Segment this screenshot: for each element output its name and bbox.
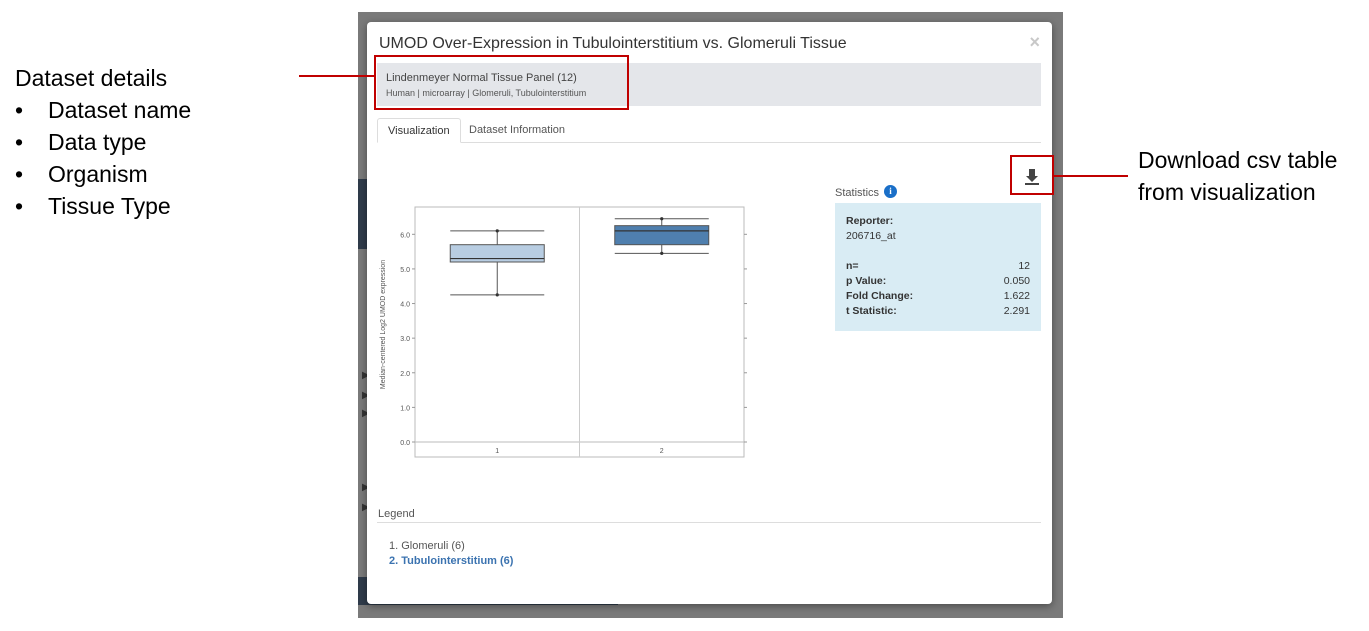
x-tick-label: 2	[660, 448, 664, 455]
legend-divider	[377, 522, 1041, 523]
annotation-heading: Dataset details	[15, 65, 168, 91]
download-annotation: Download csv table from visualization	[1138, 144, 1368, 208]
y-tick-label: 3.0	[400, 336, 410, 343]
download-callout-line	[1054, 175, 1128, 177]
x-tick-label: 1	[495, 448, 499, 455]
y-tick-label: 6.0	[400, 232, 410, 239]
stats-value: 0.050	[1003, 275, 1030, 287]
annotation-line: from visualization	[1138, 179, 1316, 205]
stats-value: 2.291	[1003, 305, 1030, 317]
stats-row: n= 12	[846, 260, 1030, 274]
max-point	[495, 229, 499, 233]
stats-reporter-row: Reporter:	[846, 215, 1030, 229]
modal-tabs: Visualization Dataset Information	[377, 118, 1041, 143]
y-tick-label: 5.0	[400, 267, 410, 274]
stats-value: 1.622	[1003, 290, 1030, 302]
box-plot-chart: 0.0 1.0 2.0 3.0 4.0 5.0 6.0 Median-centered Log…	[380, 206, 747, 458]
dataset-callout-line	[299, 75, 374, 77]
stats-row: Fold Change: 1.622	[846, 290, 1030, 304]
stats-row: p Value: 0.050	[846, 275, 1030, 289]
box-1	[449, 244, 545, 263]
statistics-label: Statistics	[835, 187, 880, 199]
min-point	[660, 251, 664, 255]
stats-key: Fold Change:	[846, 290, 914, 302]
y-tick-label: 2.0	[400, 371, 410, 378]
stats-value: 12	[1018, 260, 1030, 272]
modal-title: UMOD Over-Expression in Tubulointerstiti…	[379, 35, 847, 52]
annotation-item: Tissue Type	[15, 190, 305, 222]
stats-reporter-value: 206716_at	[846, 230, 896, 242]
annotation-item: Organism	[15, 158, 305, 190]
min-point	[495, 293, 499, 297]
legend-item-glomeruli[interactable]: 1. Glomeruli (6)	[389, 540, 465, 552]
download-highlight-box	[1010, 155, 1054, 195]
statistics-panel: Reporter: 206716_at n= 12 p Value: 0.050…	[835, 203, 1041, 331]
y-tick-label: 4.0	[400, 302, 410, 309]
y-tick-label: 1.0	[400, 405, 410, 412]
annotation-item: Data type	[15, 126, 305, 158]
legend-title: Legend	[378, 508, 415, 520]
max-point	[660, 217, 664, 221]
close-icon[interactable]: ×	[1029, 32, 1040, 53]
info-icon[interactable]: i	[884, 185, 897, 198]
stats-key: n=	[846, 260, 859, 272]
dataset-details-annotation: Dataset details Dataset name Data type O…	[15, 62, 305, 222]
stats-key: p Value:	[846, 275, 887, 287]
stats-row: t Statistic: 2.291	[846, 305, 1030, 319]
stats-reporter-value-row: 206716_at	[846, 230, 1030, 244]
annotation-item: Dataset name	[15, 94, 305, 126]
dataset-highlight-box	[374, 55, 629, 110]
tab-visualization[interactable]: Visualization	[377, 118, 461, 143]
stats-key: Reporter:	[846, 215, 894, 227]
box-2	[614, 225, 710, 246]
y-tick-label: 0.0	[400, 440, 410, 447]
tab-dataset-information[interactable]: Dataset Information	[459, 118, 575, 143]
annotation-list: Dataset name Data type Organism Tissue T…	[15, 94, 305, 222]
annotation-line: Download csv table	[1138, 147, 1338, 173]
y-axis-label: Median-centered Log2 UMOD expression	[380, 260, 387, 389]
stats-key: t Statistic:	[846, 305, 897, 317]
legend-item-tubulointerstitium[interactable]: 2. Tubulointerstitium (6)	[389, 555, 513, 567]
